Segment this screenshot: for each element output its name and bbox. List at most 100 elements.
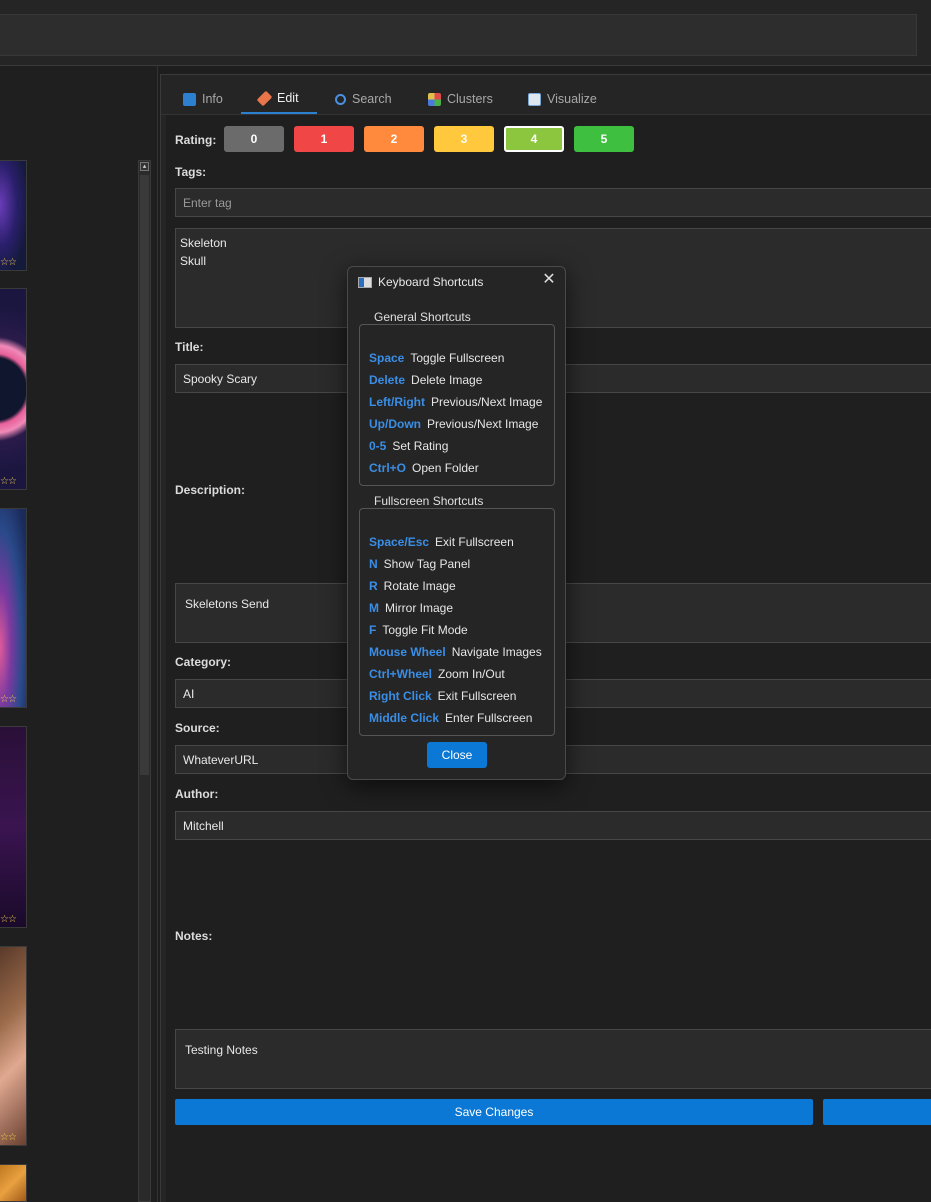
path-field[interactable]: [0, 14, 917, 56]
shortcut-description: Previous/Next Image: [431, 395, 543, 409]
shortcut-key: F: [369, 623, 377, 637]
tag-input[interactable]: Enter tag: [175, 188, 931, 217]
save-changes-button[interactable]: Save Changes: [175, 1099, 813, 1125]
shortcut-row: N Show Tag Panel: [369, 557, 470, 571]
shortcut-row: Mouse Wheel Navigate Images: [369, 645, 542, 659]
shortcut-description: Mirror Image: [385, 601, 454, 615]
star-rating: ☆☆: [0, 914, 17, 925]
general-shortcuts-title: General Shortcuts: [373, 310, 472, 324]
shortcut-row: Right Click Exit Fullscreen: [369, 689, 516, 703]
shortcut-description: Zoom In/Out: [438, 667, 505, 681]
tags-label: Tags:: [175, 165, 207, 179]
shortcut-key: Mouse Wheel: [369, 645, 446, 659]
rating-label: Rating:: [175, 133, 217, 147]
shortcut-row: M Mirror Image: [369, 601, 453, 615]
shortcut-row: Ctrl+O Open Folder: [369, 461, 479, 475]
shortcut-row: Up/Down Previous/Next Image: [369, 417, 538, 431]
title-label: Title:: [175, 340, 204, 354]
shortcut-key: Ctrl+O: [369, 461, 407, 475]
star-rating: ☆☆: [0, 476, 17, 487]
thumbnail-item[interactable]: [0, 1164, 27, 1202]
tab-label: Edit: [277, 91, 299, 105]
shortcut-row: Space Toggle Fullscreen: [369, 351, 504, 365]
info-icon: [183, 92, 196, 106]
window-icon: [358, 276, 372, 288]
shortcut-description: Set Rating: [392, 439, 449, 453]
rating-button-4[interactable]: 4: [504, 126, 564, 152]
keyboard-shortcuts-dialog: Keyboard Shortcuts ✕ Space Toggle Fullscr…: [347, 266, 566, 780]
thumbnail-item[interactable]: ☆☆: [0, 160, 27, 271]
shortcut-description: Rotate Image: [383, 579, 456, 593]
shortcut-row: Delete Delete Image: [369, 373, 482, 387]
shortcut-row: Left/Right Previous/Next Image: [369, 395, 542, 409]
general-shortcuts-group: Space Toggle Fullscreen Delete Delete Image…: [359, 324, 555, 486]
thumbnail-item[interactable]: ☆☆: [0, 508, 27, 708]
shortcut-key: Delete: [369, 373, 406, 387]
tab-label: Search: [352, 92, 392, 106]
shortcut-key: Up/Down: [369, 417, 421, 431]
shortcut-description: Enter Fullscreen: [445, 711, 533, 725]
tab-bar: Info Edit Search Clusters Visualize: [161, 75, 931, 115]
secondary-action-button[interactable]: [823, 1099, 931, 1125]
star-rating: ☆☆: [0, 257, 17, 268]
shortcut-key: R: [369, 579, 378, 593]
rating-button-2[interactable]: 2: [364, 126, 424, 152]
tab-info[interactable]: Info: [183, 84, 223, 114]
scrollbar-thumb[interactable]: [140, 175, 149, 775]
shortcut-key: M: [369, 601, 379, 615]
description-label: Description:: [175, 483, 246, 497]
star-rating: ☆☆: [0, 694, 17, 705]
thumbnail-item[interactable]: ☆☆: [0, 726, 27, 928]
tab-label: Clusters: [447, 92, 493, 106]
shortcut-description: Exit Fullscreen: [435, 535, 514, 549]
shortcut-row: F Toggle Fit Mode: [369, 623, 468, 637]
shortcut-key: N: [369, 557, 378, 571]
source-label: Source:: [175, 721, 220, 735]
shortcut-key: Middle Click: [369, 711, 440, 725]
shortcut-description: Toggle Fullscreen: [410, 351, 505, 365]
fullscreen-shortcuts-title: Fullscreen Shortcuts: [373, 494, 485, 508]
shortcut-description: Open Folder: [412, 461, 479, 475]
color-grid-icon: [428, 92, 441, 106]
dialog-titlebar: Keyboard Shortcuts: [358, 275, 483, 289]
thumbnail-item[interactable]: ☆☆: [0, 288, 27, 490]
shortcut-description: Exit Fullscreen: [437, 689, 517, 703]
author-field[interactable]: Mitchell: [175, 811, 931, 840]
shortcut-row: Ctrl+Wheel Zoom In/Out: [369, 667, 505, 681]
tab-edit[interactable]: Edit: [241, 84, 317, 114]
shortcut-key: Ctrl+Wheel: [369, 667, 433, 681]
tab-label: Info: [202, 92, 223, 106]
notes-field[interactable]: Testing Notes: [175, 1029, 931, 1089]
shortcut-key: Left/Right: [369, 395, 425, 409]
tab-label: Visualize: [547, 92, 597, 106]
star-rating: ☆☆: [0, 1132, 17, 1143]
magnifier-icon: [335, 93, 346, 105]
shortcut-key: 0-5: [369, 439, 387, 453]
shortcut-row: R Rotate Image: [369, 579, 456, 593]
shortcut-key: Right Click: [369, 689, 432, 703]
shortcut-row: Space/Esc Exit Fullscreen: [369, 535, 514, 549]
shortcut-row: Middle Click Enter Fullscreen: [369, 711, 532, 725]
top-toolbar: [0, 0, 931, 66]
thumbnail-item[interactable]: ☆☆: [0, 946, 27, 1146]
dialog-title: Keyboard Shortcuts: [378, 275, 484, 289]
tab-clusters[interactable]: Clusters: [428, 84, 493, 114]
thumbnail-scrollbar[interactable]: ▴: [138, 160, 151, 1202]
rating-button-5[interactable]: 5: [574, 126, 634, 152]
rating-button-1[interactable]: 1: [294, 126, 354, 152]
category-label: Category:: [175, 655, 232, 669]
tab-visualize[interactable]: Visualize: [528, 84, 597, 114]
scroll-up-arrow-icon[interactable]: ▴: [140, 162, 149, 171]
shortcut-description: Previous/Next Image: [427, 417, 539, 431]
close-button[interactable]: Close: [427, 742, 487, 768]
shortcut-description: Toggle Fit Mode: [382, 623, 468, 637]
close-icon[interactable]: ✕: [541, 272, 557, 288]
notes-label: Notes:: [175, 929, 213, 943]
rating-button-0[interactable]: 0: [224, 126, 284, 152]
tab-search[interactable]: Search: [335, 84, 392, 114]
author-label: Author:: [175, 787, 219, 801]
shortcut-description: Delete Image: [411, 373, 483, 387]
rating-button-3[interactable]: 3: [434, 126, 494, 152]
shortcut-description: Show Tag Panel: [383, 557, 471, 571]
shortcut-row: 0-5 Set Rating: [369, 439, 448, 453]
